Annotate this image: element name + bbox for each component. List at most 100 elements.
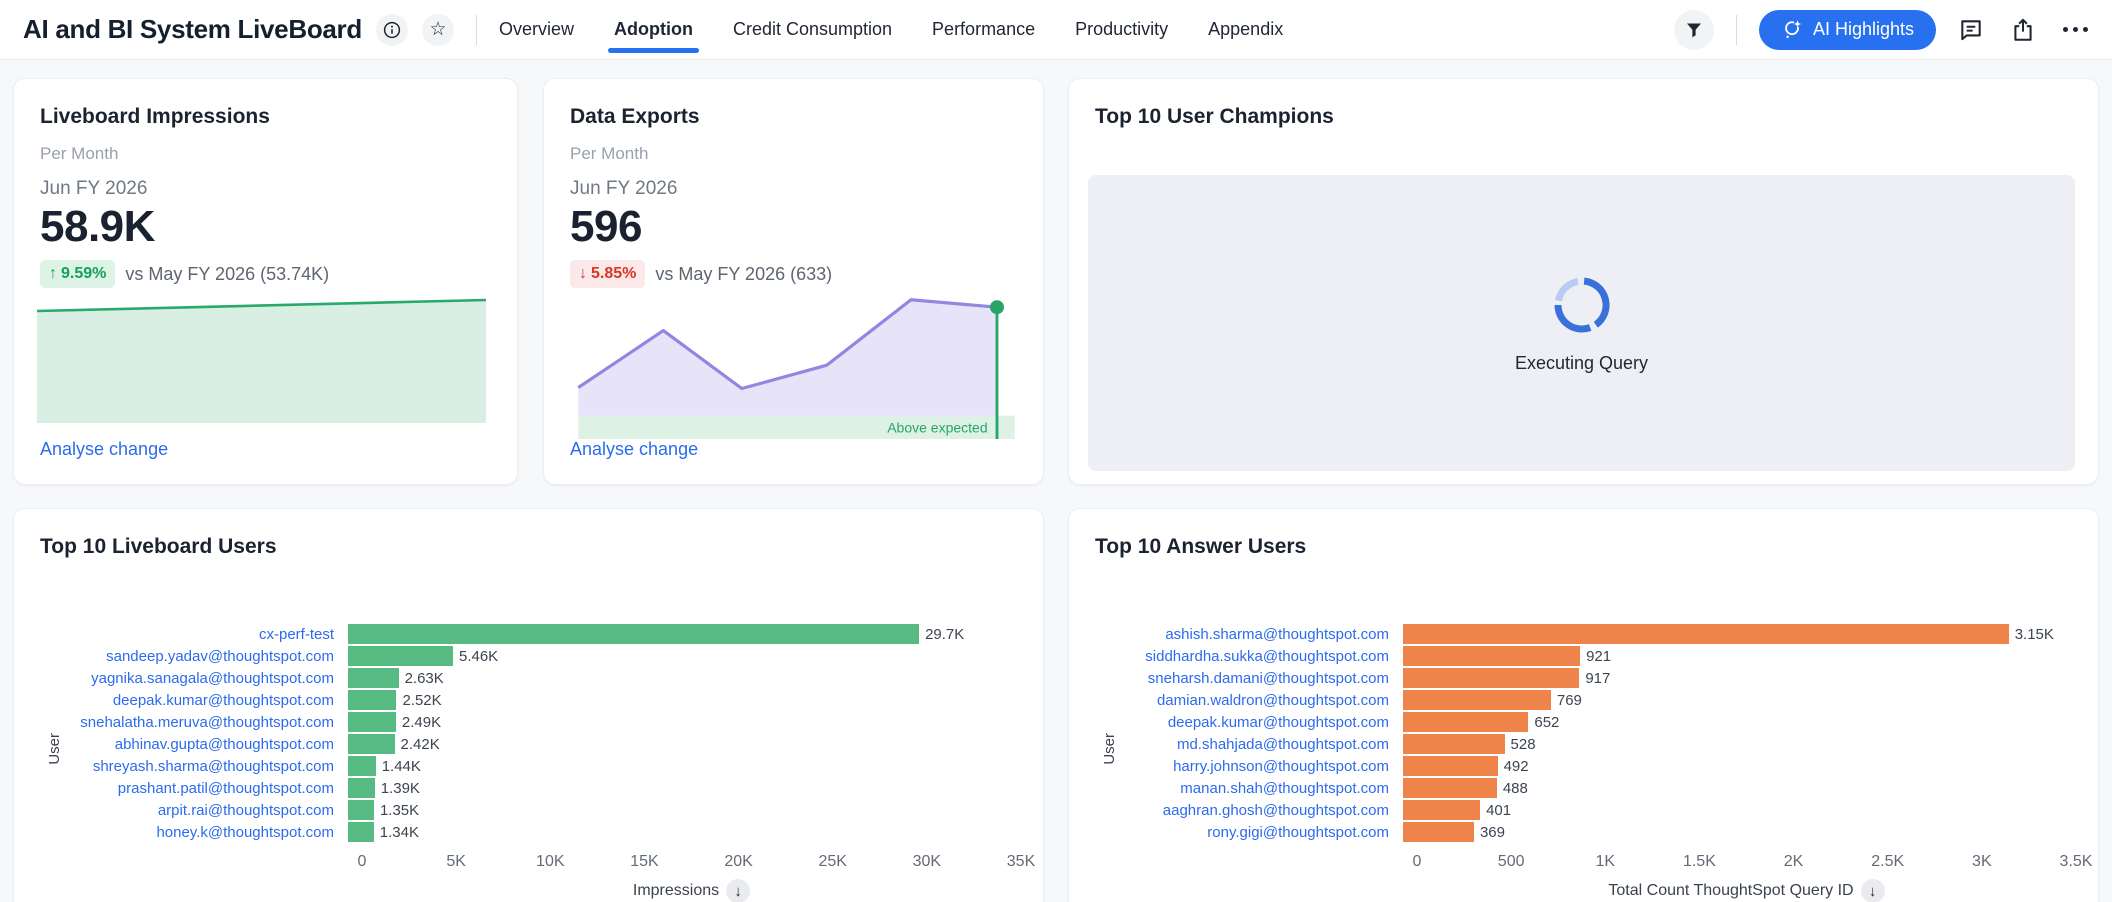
bar-rows: ashish.sharma@thoughtspot.com3.15Ksiddha… (1095, 623, 2076, 843)
bar[interactable] (1403, 800, 1480, 820)
liveboard-impressions-card: Liveboard Impressions Per Month Jun FY 2… (13, 78, 518, 485)
sort-descending-icon[interactable]: ↓ (726, 879, 750, 902)
bar[interactable] (348, 712, 396, 732)
bar-track: 29.7K (348, 624, 1021, 644)
category-label[interactable]: rony.gigi@thoughtspot.com (1095, 824, 1403, 841)
category-label[interactable]: harry.johnson@thoughtspot.com (1095, 758, 1403, 775)
bar-track: 401 (1403, 800, 2076, 820)
bar-track: 492 (1403, 756, 2076, 776)
change-percent: 5.85% (591, 265, 636, 283)
bar[interactable] (1403, 778, 1497, 798)
bar[interactable] (1403, 690, 1551, 710)
header-divider (1736, 15, 1737, 45)
category-label[interactable]: arpit.rai@thoughtspot.com (40, 802, 348, 819)
category-label[interactable]: yagnika.sanagala@thoughtspot.com (40, 670, 348, 687)
category-label[interactable]: honey.k@thoughtspot.com (40, 824, 348, 841)
tab-overview[interactable]: Overview (499, 0, 574, 59)
bar[interactable] (1403, 822, 1474, 842)
bar-row: sandeep.yadav@thoughtspot.com5.46K (40, 645, 1021, 667)
bar-track: 369 (1403, 822, 2076, 842)
bar-track: 1.35K (348, 800, 1021, 820)
bar-row: rony.gigi@thoughtspot.com369 (1095, 821, 2076, 843)
page-title: AI and BI System LiveBoard (23, 14, 362, 45)
favorite-button[interactable]: ☆ (422, 14, 454, 46)
arrow-up-icon: ↑ (49, 265, 57, 283)
category-label[interactable]: ashish.sharma@thoughtspot.com (1095, 626, 1403, 643)
liveboard-canvas: Liveboard Impressions Per Month Jun FY 2… (0, 60, 2112, 902)
bar-row: siddhardha.sukka@thoughtspot.com 921 (1095, 645, 2076, 667)
bar-value-label: 29.7K (925, 626, 964, 643)
category-label[interactable]: manan.shah@thoughtspot.com (1095, 780, 1403, 797)
bar[interactable] (1403, 734, 1505, 754)
x-axis-title: Impressions (633, 882, 719, 900)
ai-highlights-button[interactable]: AI Highlights (1759, 10, 1936, 50)
more-button[interactable] (2058, 13, 2092, 47)
bar-track: 2.52K (348, 690, 1021, 710)
bar[interactable] (348, 646, 453, 666)
tab-adoption[interactable]: Adoption (614, 0, 693, 59)
category-label[interactable]: aaghran.ghosh@thoughtspot.com (1095, 802, 1403, 819)
bar-value-label: 2.52K (402, 692, 441, 709)
tab-performance[interactable]: Performance (932, 0, 1035, 59)
category-label[interactable]: prashant.patil@thoughtspot.com (40, 780, 348, 797)
bar-track: 1.44K (348, 756, 1021, 776)
category-label[interactable]: sandeep.yadav@thoughtspot.com (40, 648, 348, 665)
filter-button[interactable] (1674, 10, 1714, 50)
comparison-text: vs May FY 2026 (633) (655, 264, 832, 285)
bar[interactable] (1403, 668, 1579, 688)
info-button[interactable] (376, 14, 408, 46)
bar[interactable] (1403, 712, 1528, 732)
bar-row: sneharsh.damani@thoughtspot.com917 (1095, 667, 2076, 689)
bar-row: md.shahjada@thoughtspot.com528 (1095, 733, 2076, 755)
x-axis-title: Total Count ThoughtSpot Query ID (1608, 882, 1853, 900)
bar-row: snehalatha.meruva@thoughtspot.com 2.49K (40, 711, 1021, 733)
axis-tick: 30K (913, 853, 941, 871)
band-label: Above expected (887, 419, 987, 435)
category-label[interactable]: damian.waldron@thoughtspot.com (1095, 692, 1403, 709)
bar-value-label: 2.63K (405, 670, 444, 687)
bar[interactable] (348, 778, 375, 798)
tab-credit-consumption[interactable]: Credit Consumption (733, 0, 892, 59)
share-button[interactable] (2006, 13, 2040, 47)
bar[interactable] (348, 756, 376, 776)
sort-descending-icon[interactable]: ↓ (1861, 879, 1885, 902)
bar[interactable] (348, 800, 374, 820)
bar[interactable] (348, 690, 396, 710)
change-badge: ↓ 5.85% (570, 260, 645, 288)
tab-productivity[interactable]: Productivity (1075, 0, 1168, 59)
tab-appendix[interactable]: Appendix (1208, 0, 1283, 59)
bar-value-label: 921 (1586, 648, 1611, 665)
bar-chart: User cx-perf-test29.7Ksandeep.yadav@thou… (40, 623, 1021, 902)
card-title: Top 10 Answer Users (1095, 535, 2072, 559)
bar[interactable] (1403, 646, 1580, 666)
category-label[interactable]: siddhardha.sukka@thoughtspot.com (1095, 648, 1403, 665)
change-percent: 9.59% (61, 265, 106, 283)
category-label[interactable]: snehalatha.meruva@thoughtspot.com (40, 714, 348, 731)
category-label[interactable]: shreyash.sharma@thoughtspot.com (40, 758, 348, 775)
bar[interactable] (348, 624, 919, 644)
category-label[interactable]: abhinav.gupta@thoughtspot.com (40, 736, 348, 753)
bar-value-label: 2.49K (402, 714, 441, 731)
star-icon: ☆ (429, 20, 446, 39)
bar-track: 2.63K (348, 668, 1021, 688)
bar[interactable] (348, 822, 374, 842)
bar[interactable] (348, 734, 395, 754)
bar[interactable] (348, 668, 399, 688)
analyse-change-link[interactable]: Analyse change (570, 439, 698, 460)
analyse-change-link[interactable]: Analyse change (40, 439, 168, 460)
share-icon (2010, 17, 2036, 43)
bar-row: cx-perf-test 29.7K (40, 623, 1021, 645)
bar-value-label: 2.42K (401, 736, 440, 753)
bar[interactable] (1403, 624, 2009, 644)
data-exports-card: Data Exports Per Month Jun FY 2026 596 ↓… (543, 78, 1044, 485)
bar-track: 528 (1403, 734, 2076, 754)
category-label[interactable]: deepak.kumar@thoughtspot.com (40, 692, 348, 709)
category-label[interactable]: md.shahjada@thoughtspot.com (1095, 736, 1403, 753)
category-label[interactable]: cx-perf-test (40, 626, 348, 643)
category-label[interactable]: sneharsh.damani@thoughtspot.com (1095, 670, 1403, 687)
axis-tick: 10K (536, 853, 564, 871)
bar-track: 1.39K (348, 778, 1021, 798)
bar[interactable] (1403, 756, 1498, 776)
comment-button[interactable] (1954, 13, 1988, 47)
category-label[interactable]: deepak.kumar@thoughtspot.com (1095, 714, 1403, 731)
